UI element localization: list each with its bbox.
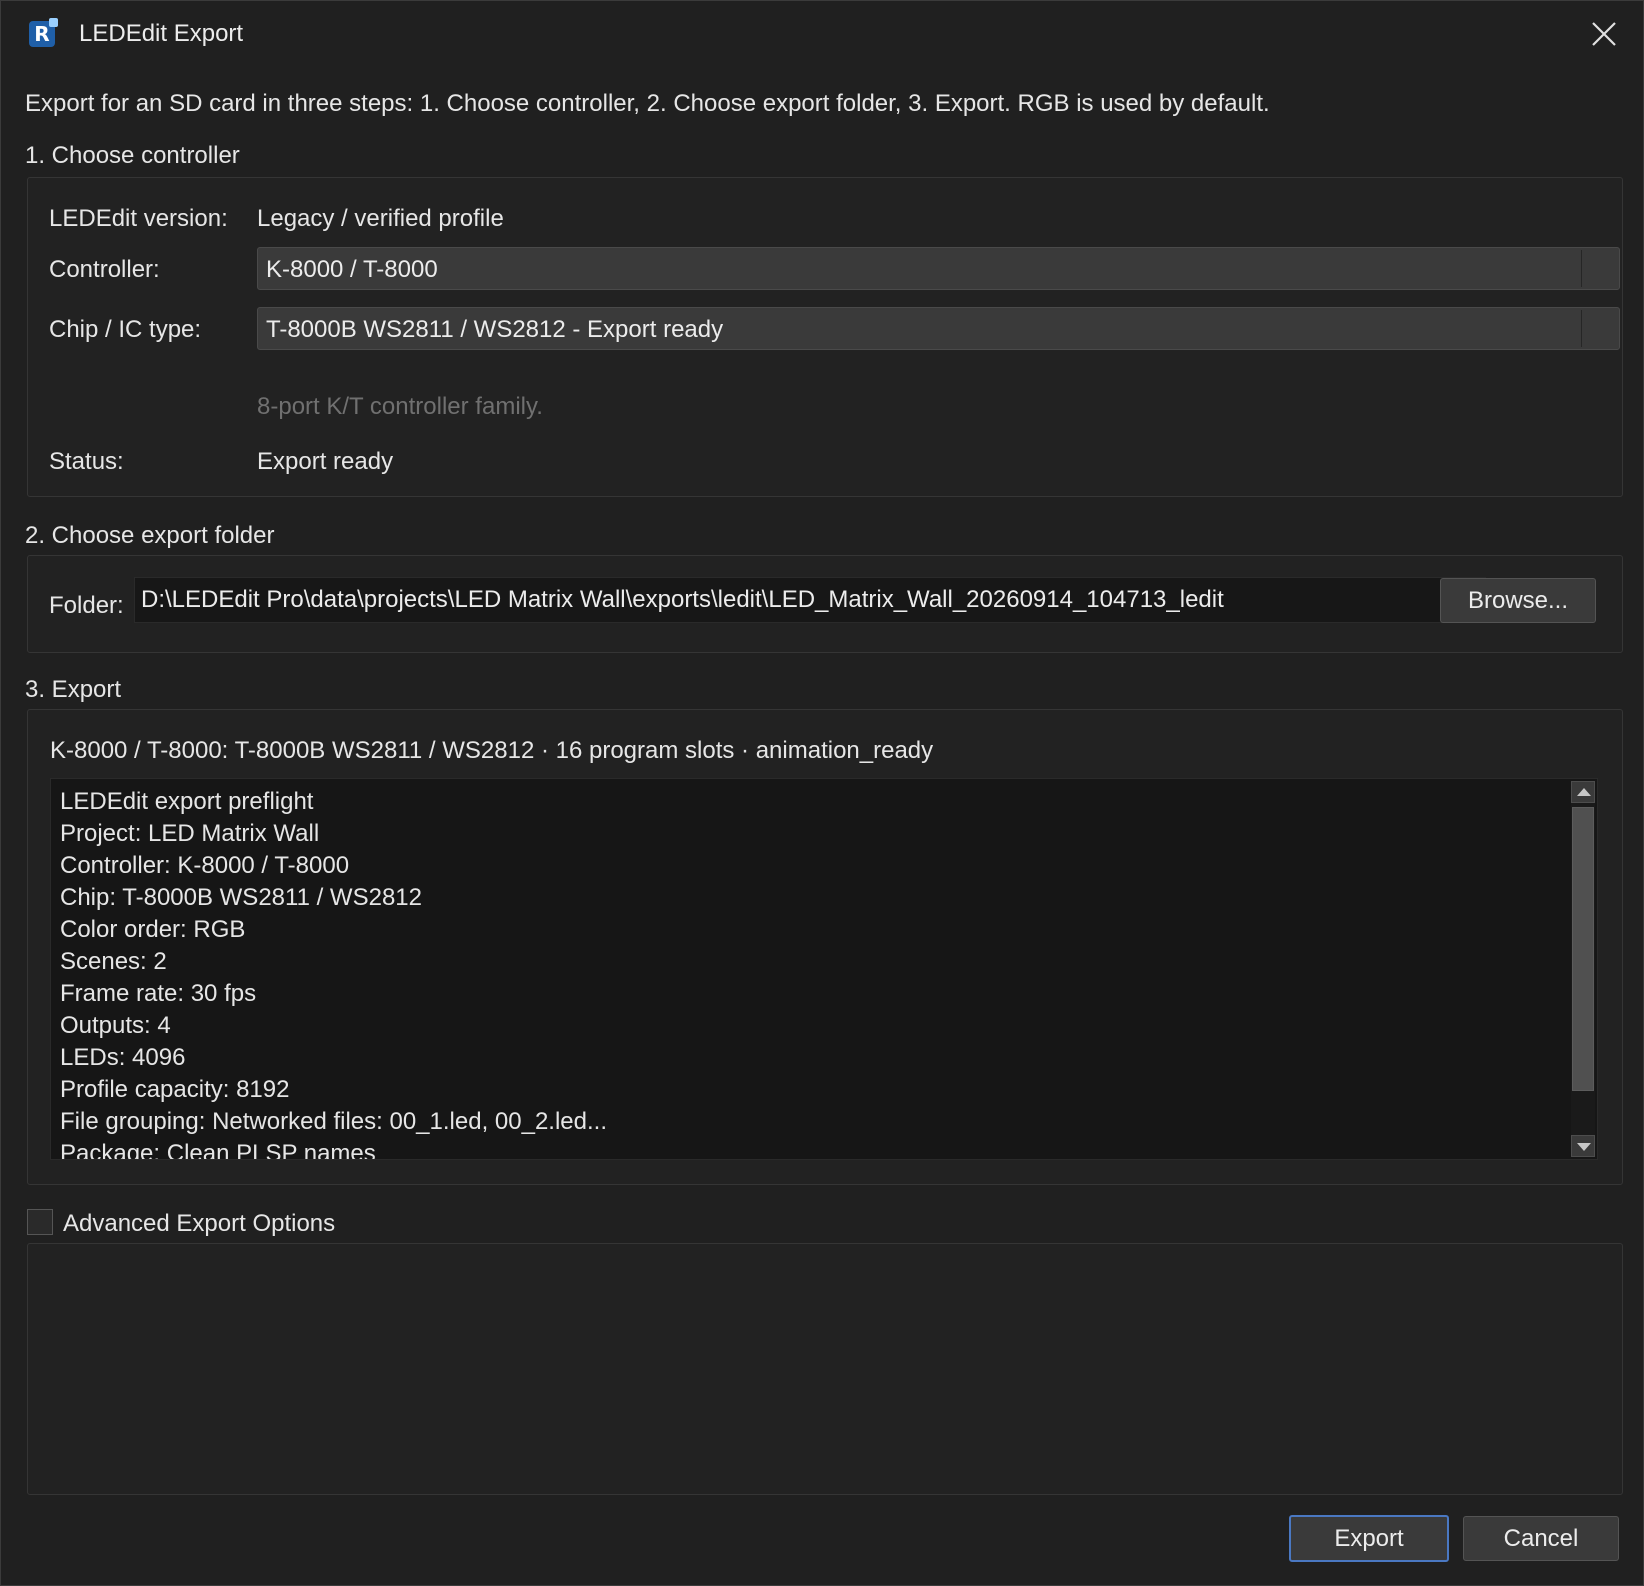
cancel-button[interactable]: Cancel bbox=[1463, 1516, 1619, 1561]
version-value: Legacy / verified profile bbox=[257, 205, 504, 232]
log-line: Outputs: 4 bbox=[60, 1012, 171, 1039]
log-line: File grouping: Networked files: 00_1.led… bbox=[60, 1108, 607, 1135]
dropdown-separator bbox=[1581, 250, 1582, 287]
dropdown-separator bbox=[1581, 310, 1582, 347]
preflight-log[interactable]: LEDEdit export preflight Project: LED Ma… bbox=[50, 778, 1598, 1160]
log-line: LEDEdit export preflight bbox=[60, 788, 314, 815]
controller-group: LEDEdit version: Legacy / verified profi… bbox=[27, 177, 1623, 497]
log-line: Frame rate: 30 fps bbox=[60, 980, 257, 1007]
controller-select[interactable]: K-8000 / T-8000 bbox=[257, 247, 1620, 290]
log-line: Scenes: 2 bbox=[60, 948, 167, 975]
app-logo-icon: R bbox=[29, 18, 58, 47]
step3-heading: 3. Export bbox=[25, 676, 122, 703]
folder-label: Folder: bbox=[49, 592, 124, 619]
chip-label: Chip / IC type: bbox=[49, 316, 202, 343]
intro-text: Export for an SD card in three steps: 1.… bbox=[25, 90, 1270, 117]
export-dialog: R LEDEdit Export Export for an SD card i… bbox=[0, 0, 1644, 1586]
step2-heading: 2. Choose export folder bbox=[25, 522, 275, 549]
step1-heading: 1. Choose controller bbox=[25, 142, 240, 169]
version-label: LEDEdit version: bbox=[49, 205, 228, 232]
preflight-log-lines: LEDEdit export preflight Project: LED Ma… bbox=[60, 786, 607, 1160]
log-line: Chip: T-8000B WS2811 / WS2812 bbox=[60, 884, 422, 911]
log-line: Profile capacity: 8192 bbox=[60, 1076, 290, 1103]
scroll-down-arrow-icon[interactable] bbox=[1571, 1135, 1595, 1157]
log-line: Package: Clean PLSP names bbox=[60, 1140, 376, 1160]
controller-label: Controller: bbox=[49, 256, 160, 283]
title-bar: R LEDEdit Export bbox=[1, 1, 1643, 67]
log-line: Project: LED Matrix Wall bbox=[60, 820, 320, 847]
advanced-options-label[interactable]: Advanced Export Options bbox=[63, 1210, 335, 1238]
export-button[interactable]: Export bbox=[1289, 1515, 1449, 1562]
chip-select-value: T-8000B WS2811 / WS2812 - Export ready bbox=[266, 316, 724, 343]
export-group: K-8000 / T-8000: T-8000B WS2811 / WS2812… bbox=[27, 709, 1623, 1185]
window-title: LEDEdit Export bbox=[79, 20, 244, 47]
folder-group: Folder: Browse... bbox=[27, 555, 1623, 653]
close-icon bbox=[1592, 22, 1616, 46]
browse-button[interactable]: Browse... bbox=[1440, 578, 1596, 623]
folder-input[interactable] bbox=[134, 577, 1486, 623]
scrollbar-thumb[interactable] bbox=[1572, 807, 1594, 1091]
log-scrollbar[interactable] bbox=[1571, 781, 1595, 1157]
advanced-options-panel bbox=[27, 1243, 1623, 1495]
log-line: LEDs: 4096 bbox=[60, 1044, 186, 1071]
log-line: Controller: K-8000 / T-8000 bbox=[60, 852, 350, 879]
advanced-options-checkbox[interactable] bbox=[27, 1209, 53, 1235]
close-button[interactable] bbox=[1587, 17, 1621, 51]
status-label: Status: bbox=[49, 448, 124, 475]
scroll-up-arrow-icon[interactable] bbox=[1571, 781, 1595, 803]
export-summary: K-8000 / T-8000: T-8000B WS2811 / WS2812… bbox=[50, 737, 934, 764]
controller-select-value: K-8000 / T-8000 bbox=[266, 256, 438, 283]
controller-hint: 8-port K/T controller family. bbox=[257, 393, 543, 420]
chip-select[interactable]: T-8000B WS2811 / WS2812 - Export ready bbox=[257, 307, 1620, 350]
log-line: Color order: RGB bbox=[60, 916, 246, 943]
status-value: Export ready bbox=[257, 448, 394, 475]
